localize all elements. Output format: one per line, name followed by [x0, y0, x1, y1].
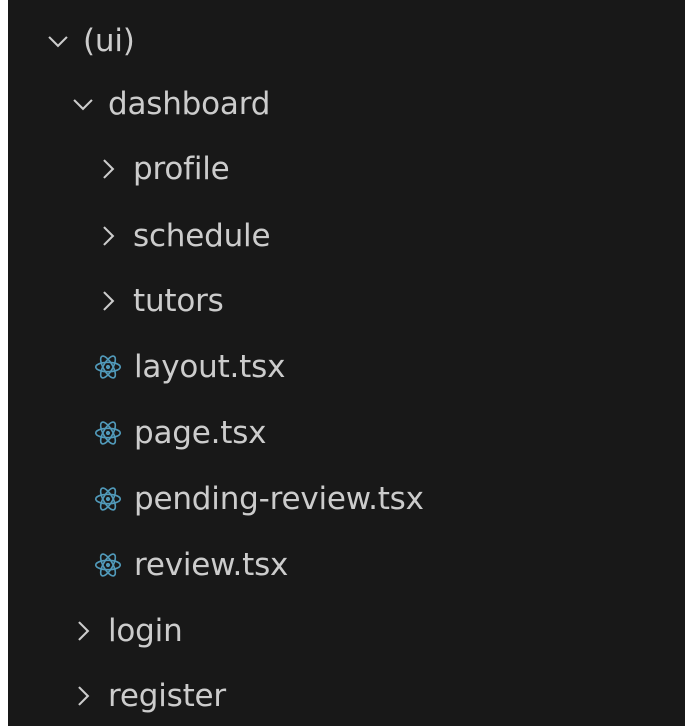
folder-dashboard[interactable]: dashboard: [8, 71, 685, 137]
react-icon: [94, 419, 122, 447]
folder-register[interactable]: register: [8, 663, 685, 726]
chevron-down-icon: [70, 91, 96, 117]
chevron-right-icon: [95, 223, 121, 249]
folder-schedule[interactable]: schedule: [8, 203, 685, 269]
folder-label: (ui): [83, 23, 135, 59]
file-review-tsx[interactable]: review.tsx: [8, 532, 685, 598]
chevron-right-icon: [70, 683, 96, 709]
chevron-down-icon: [45, 28, 71, 54]
file-label: review.tsx: [134, 547, 289, 583]
file-pending-review-tsx[interactable]: pending-review.tsx: [8, 466, 685, 532]
folder-label: profile: [133, 151, 230, 187]
file-label: pending-review.tsx: [134, 481, 424, 517]
chevron-right-icon: [95, 288, 121, 314]
folder-tutors[interactable]: tutors: [8, 268, 685, 334]
folder-label: tutors: [133, 283, 224, 319]
folder-ui[interactable]: (ui): [8, 8, 685, 74]
file-page-tsx[interactable]: page.tsx: [8, 400, 685, 466]
file-layout-tsx[interactable]: layout.tsx: [8, 334, 685, 400]
folder-profile[interactable]: profile: [8, 136, 685, 202]
folder-label: schedule: [133, 218, 271, 254]
file-label: page.tsx: [134, 415, 267, 451]
folder-label: register: [108, 678, 226, 714]
chevron-right-icon: [70, 618, 96, 644]
react-icon: [94, 551, 122, 579]
file-explorer-tree: (ui) dashboard profile schedule tutors l…: [8, 0, 685, 726]
chevron-right-icon: [95, 156, 121, 182]
folder-label: dashboard: [108, 86, 271, 122]
folder-login[interactable]: login: [8, 598, 685, 664]
react-icon: [94, 353, 122, 381]
folder-label: login: [108, 613, 183, 649]
react-icon: [94, 485, 122, 513]
file-label: layout.tsx: [134, 349, 286, 385]
